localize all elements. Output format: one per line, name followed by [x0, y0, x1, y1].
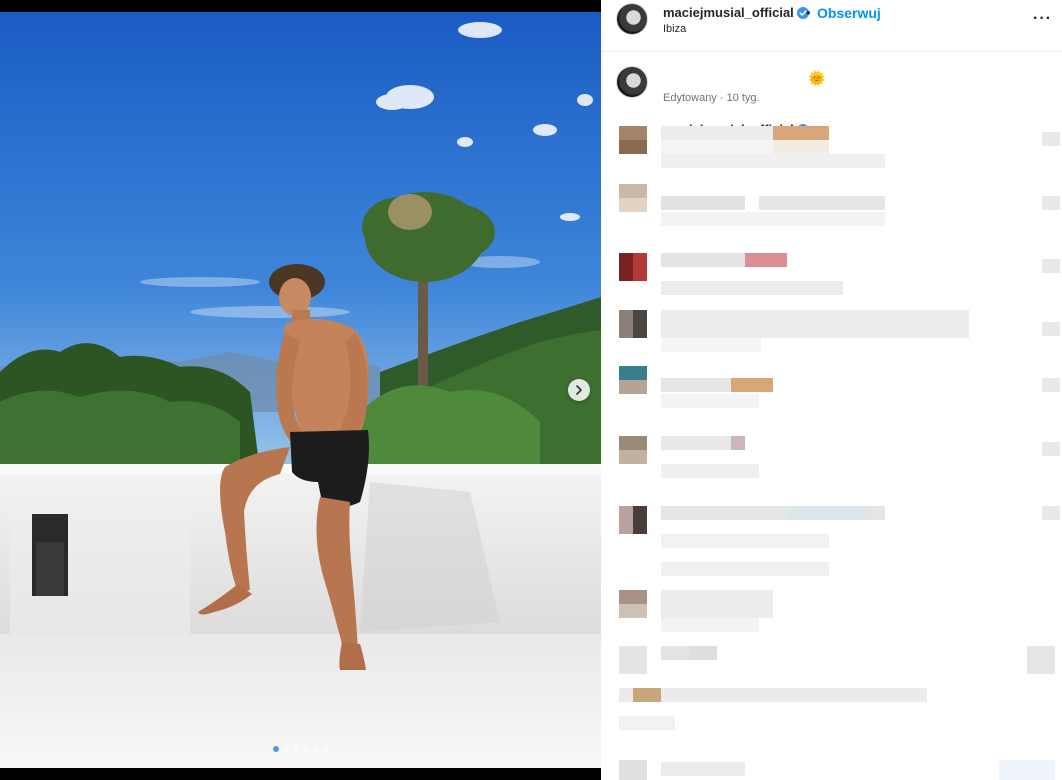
chevron-right-icon: [576, 385, 582, 395]
redacted-text: [661, 154, 885, 168]
redacted-text: [619, 716, 675, 730]
carousel-dot: [282, 746, 289, 752]
avatar[interactable]: [616, 3, 648, 35]
post-sidebar: maciejmusial_official • Obserwuj Ibiza ·…: [601, 0, 1062, 780]
more-options-icon[interactable]: ···: [1033, 10, 1052, 28]
carousel-dot: [322, 746, 329, 752]
redacted-text: [731, 436, 745, 450]
redacted-avatar[interactable]: [619, 646, 647, 674]
carousel-indicator: [0, 746, 601, 752]
carousel-dot: [272, 746, 279, 752]
redacted-text: [661, 378, 731, 392]
redacted-text: [745, 253, 787, 267]
carousel-dot: [312, 746, 319, 752]
separator-dot: •: [806, 5, 811, 20]
like-comment-icon[interactable]: [1042, 506, 1060, 520]
redacted-text: [661, 253, 745, 267]
redacted-text: [661, 436, 731, 450]
like-comment-icon[interactable]: [1027, 646, 1055, 674]
redacted-text: [661, 281, 843, 295]
caption-emoji: 🌞: [808, 70, 826, 86]
redacted-avatar[interactable]: [619, 184, 647, 212]
post-photo: [0, 12, 601, 768]
redacted-text: [633, 688, 661, 702]
avatar[interactable]: [616, 66, 648, 98]
redacted-text: [661, 562, 829, 576]
redacted-text: [661, 338, 761, 352]
redacted-text: [773, 140, 829, 154]
redacted-text: [773, 126, 829, 140]
redacted-text: [661, 534, 829, 548]
redacted-text: [661, 590, 773, 618]
redacted-text: [661, 646, 689, 660]
follow-button[interactable]: Obserwuj: [817, 5, 881, 21]
redacted-avatar[interactable]: [619, 310, 647, 338]
redacted-text: [661, 126, 773, 140]
carousel-next-button[interactable]: [568, 379, 590, 401]
redacted-avatar[interactable]: [619, 506, 647, 534]
post-media[interactable]: [0, 0, 601, 780]
redacted-avatar[interactable]: [619, 126, 647, 154]
carousel-dot: [292, 746, 299, 752]
post-header: maciejmusial_official • Obserwuj Ibiza ·…: [601, 0, 1062, 52]
carousel-dot: [302, 746, 309, 752]
redacted-avatar[interactable]: [619, 760, 647, 780]
redacted-text: [661, 394, 759, 408]
like-comment-icon[interactable]: [1042, 196, 1060, 210]
redacted-avatar[interactable]: [619, 253, 647, 281]
username-link[interactable]: maciejmusial_official: [663, 5, 809, 20]
redacted-text: [999, 760, 1055, 780]
edited-timestamp: Edytowany · 10 tyg.: [663, 92, 760, 104]
like-comment-icon[interactable]: [1042, 322, 1060, 336]
redacted-text: [661, 618, 759, 632]
redacted-text: [661, 196, 745, 210]
redacted-avatar[interactable]: [619, 366, 647, 394]
redacted-avatar[interactable]: [619, 590, 647, 618]
like-comment-icon[interactable]: [1042, 259, 1060, 273]
redacted-text: [759, 196, 885, 210]
redacted-text: [661, 140, 773, 154]
redacted-text: [787, 506, 871, 520]
redacted-text: [731, 378, 773, 392]
like-comment-icon[interactable]: [1042, 378, 1060, 392]
redacted-text: [619, 688, 927, 702]
redacted-avatar[interactable]: [619, 436, 647, 464]
like-comment-icon[interactable]: [1042, 442, 1060, 456]
redacted-text: [661, 762, 745, 776]
redacted-text: [661, 310, 969, 338]
redacted-text: [689, 646, 717, 660]
redacted-text: [661, 464, 759, 478]
username-text: maciejmusial_official: [663, 5, 794, 20]
location-link[interactable]: Ibiza: [663, 23, 686, 35]
redacted-text: [661, 212, 885, 226]
like-comment-icon[interactable]: [1042, 132, 1060, 146]
post-caption: maciejmusial_official 🌞 Edytowany · 10 t…: [601, 52, 1062, 137]
